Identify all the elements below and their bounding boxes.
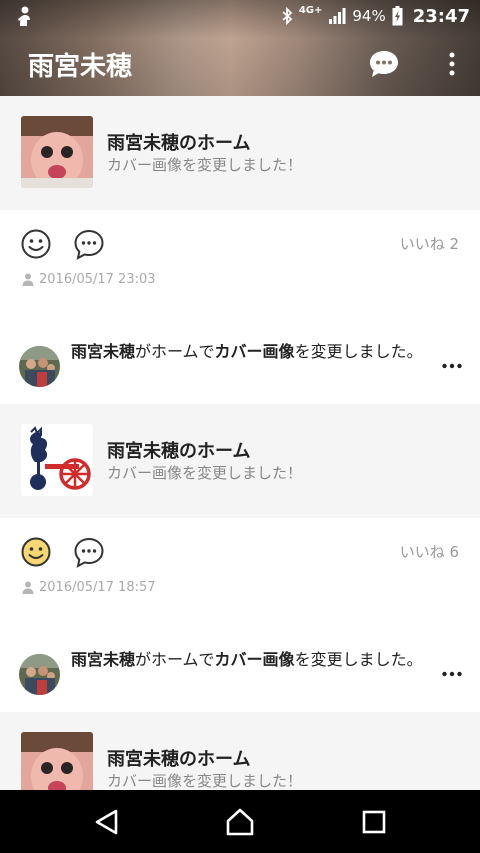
shared-cover-card[interactable]: 雨宮未穂のホーム カバー画像を変更しました！ (0, 404, 480, 518)
notice-text: 雨宮未穂がホームでカバー画像を変更しました。 (71, 650, 423, 670)
post-actions: いいね 2 2016/05/17 23:03 (0, 210, 480, 328)
share-title: 雨宮未穂のホーム (107, 133, 251, 154)
network-type: 4G+ (298, 4, 323, 16)
activity-notice[interactable]: 雨宮未穂がホームでカバー画像を変更しました。 (0, 636, 480, 712)
notice-object: カバー画像 (214, 342, 295, 361)
app-header: 雨宮未穂 (0, 32, 480, 96)
notice-connector: がホームで (135, 342, 215, 361)
comment-icon[interactable] (73, 536, 105, 568)
notice-action: を変更しました。 (294, 342, 423, 361)
avatar (19, 654, 60, 695)
share-text: カバー画像を変更しました！ (107, 772, 303, 790)
avatar (19, 346, 60, 387)
bluetooth-icon (282, 7, 293, 25)
clock: 23:47 (412, 5, 470, 27)
notice-action: を変更しました。 (294, 650, 423, 669)
timeline-feed: 雨宮未穂のホーム カバー画像を変更しました！ いいね 2 2016/05/17 … (0, 96, 480, 790)
smile-icon[interactable] (20, 228, 52, 260)
comment-icon[interactable] (73, 228, 105, 260)
signal-icon (329, 8, 346, 24)
person-icon (22, 273, 34, 286)
battery-charging-icon (392, 6, 403, 26)
notice-object: カバー画像 (214, 650, 295, 669)
more-horizontal-icon[interactable] (440, 664, 464, 684)
recents-square-icon[interactable] (359, 807, 389, 837)
shared-cover-card[interactable]: 雨宮未穂のホーム カバー画像を変更しました！ (0, 712, 480, 790)
post-meta: 2016/05/17 18:57 (22, 580, 156, 595)
page-title: 雨宮未穂 (28, 52, 133, 82)
cover-thumbnail-face (21, 116, 93, 188)
screen: 4G+ 94% 23:47 雨宮未穂 雨宮未穂のホーム カバー画像を変更しました… (0, 0, 480, 853)
status-bar: 4G+ 94% 23:47 (0, 0, 480, 32)
like-count[interactable]: いいね 2 (400, 233, 459, 254)
post-actions: いいね 6 2016/05/17 18:57 (0, 518, 480, 636)
home-icon[interactable] (225, 807, 255, 837)
battery-percent: 94% (352, 7, 386, 25)
share-title: 雨宮未穂のホーム (107, 749, 251, 770)
notice-connector: がホームで (135, 650, 215, 669)
more-horizontal-icon[interactable] (440, 356, 464, 376)
share-text: カバー画像を変更しました！ (107, 464, 303, 482)
system-nav-bar (0, 790, 480, 853)
status-right: 4G+ 94% 23:47 (281, 0, 470, 32)
person-icon (22, 581, 34, 594)
activity-notice[interactable]: 雨宮未穂がホームでカバー画像を変更しました。 (0, 328, 480, 404)
notice-user: 雨宮未穂 (71, 650, 136, 669)
notification-person-icon (18, 6, 30, 26)
chat-bubble-icon[interactable] (368, 48, 400, 80)
share-text: カバー画像を変更しました！ (107, 156, 303, 174)
cover-thumbnail-face (21, 732, 93, 790)
timestamp: 2016/05/17 23:03 (39, 272, 156, 287)
post-meta: 2016/05/17 23:03 (22, 272, 156, 287)
more-vertical-icon[interactable] (440, 48, 464, 80)
notice-user: 雨宮未穂 (71, 342, 136, 361)
cover-thumbnail-crest (21, 424, 93, 496)
smile-liked-icon[interactable] (20, 536, 52, 568)
timestamp: 2016/05/17 18:57 (39, 580, 156, 595)
notice-text: 雨宮未穂がホームでカバー画像を変更しました。 (71, 342, 423, 362)
like-count[interactable]: いいね 6 (400, 541, 459, 562)
shared-cover-card[interactable]: 雨宮未穂のホーム カバー画像を変更しました！ (0, 96, 480, 210)
share-title: 雨宮未穂のホーム (107, 441, 251, 462)
back-triangle-icon[interactable] (92, 807, 122, 837)
